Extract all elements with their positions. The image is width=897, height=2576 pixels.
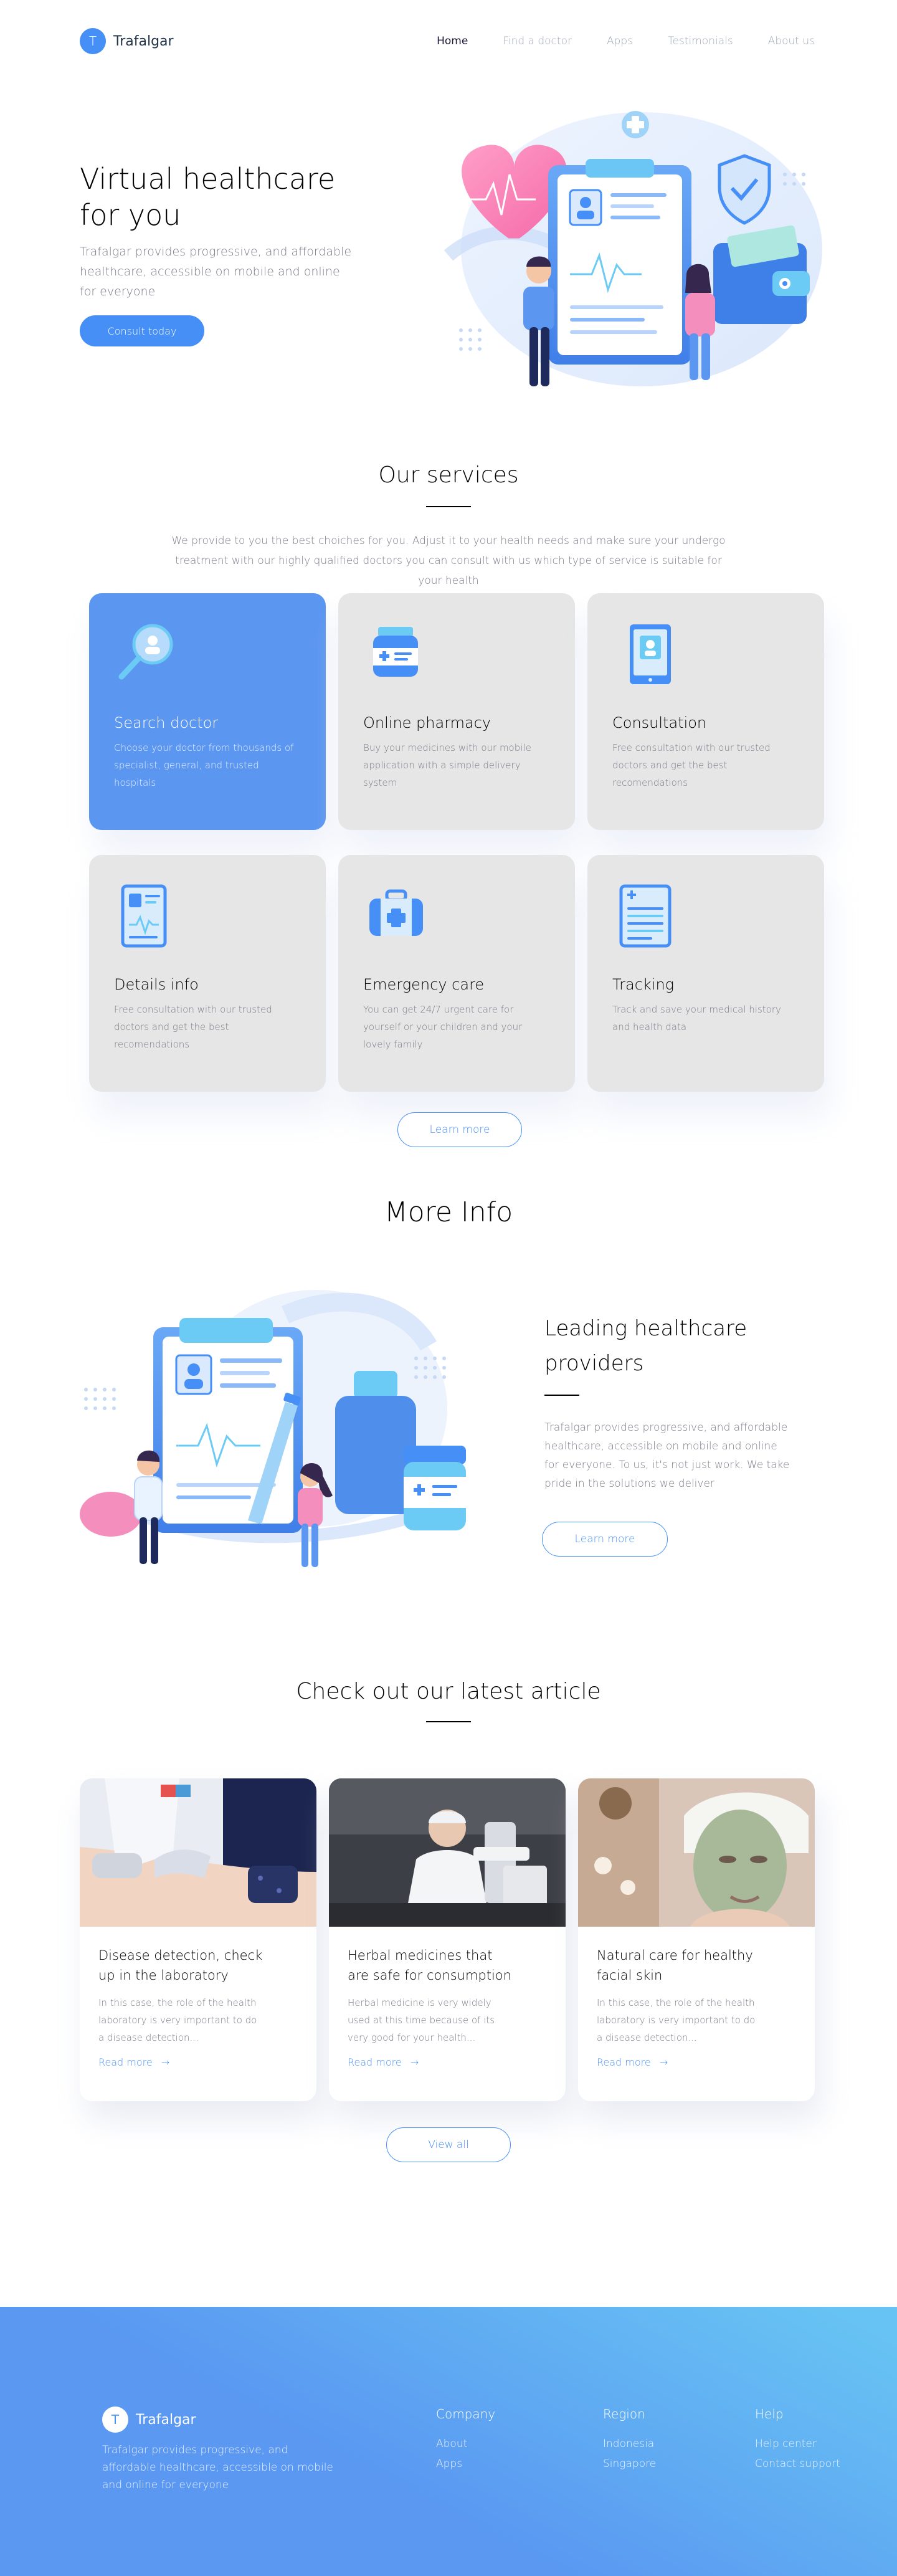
footer-column-region: Region Indonesia Singapore: [603, 2407, 656, 2474]
hero-description: Trafalgar provides progressive, and affo…: [80, 245, 352, 298]
article-image-facial-skin: [578, 1778, 815, 1927]
tracking-clipboard-icon: [619, 884, 672, 948]
services-title-divider: [426, 506, 471, 507]
learn-more-providers-button[interactable]: Learn more: [542, 1522, 668, 1557]
footer-description: Trafalgar provides progressive, and affo…: [102, 2444, 333, 2491]
nav-about-us[interactable]: About us: [768, 35, 815, 47]
footer-column-help: Help Help center Contact support: [755, 2407, 840, 2474]
service-card-tracking[interactable]: Tracking Track and save your medical his…: [587, 855, 824, 1092]
pharmacy-bottle-icon: [373, 627, 418, 677]
logo-icon: T: [80, 28, 106, 54]
service-card-text: Buy your medicines with our mobile appli…: [363, 742, 531, 788]
footer-column-title: Help: [755, 2407, 784, 2421]
article-card[interactable]: Natural care for healthy facial skin In …: [578, 1778, 815, 2101]
service-card-title: Tracking: [612, 976, 675, 993]
article-card[interactable]: Herbal medicines that are safe for consu…: [329, 1778, 566, 2101]
footer-link-contact-support[interactable]: Contact support: [755, 2454, 840, 2474]
service-card-text: Choose your doctor from thousands of spe…: [114, 742, 294, 788]
search-doctor-icon: [118, 624, 173, 680]
article-excerpt: In this case, the role of the health lab…: [597, 1997, 756, 2043]
footer-column-title: Region: [603, 2407, 645, 2421]
nav-testimonials[interactable]: Testimonials: [668, 35, 733, 47]
hero-title: Virtual healthcare for you: [80, 162, 336, 232]
article-title[interactable]: Disease detection, check up in the labor…: [98, 1945, 267, 1985]
services-grid: Search doctor Choose your doctor from th…: [89, 593, 824, 1092]
article-image-lab-checkup: [80, 1778, 316, 1927]
footer-link-apps[interactable]: Apps: [436, 2454, 495, 2474]
read-more-label: Read more: [597, 2056, 651, 2068]
nav-find-a-doctor[interactable]: Find a doctor: [503, 35, 572, 47]
article-excerpt: Herbal medicine is very widely used at t…: [348, 1997, 495, 2043]
service-card-text: Track and save your medical history and …: [612, 1004, 781, 1033]
arrow-right-icon: →: [659, 2056, 668, 2068]
article-image-herbal-medicine: [329, 1778, 566, 1927]
nav-apps[interactable]: Apps: [607, 35, 633, 47]
service-card-text: Free consultation with our trusted docto…: [114, 1004, 272, 1050]
read-more-label: Read more: [348, 2056, 402, 2068]
footer-link-singapore[interactable]: Singapore: [603, 2454, 656, 2474]
view-all-articles-button[interactable]: View all: [386, 2127, 511, 2162]
nav-home[interactable]: Home: [437, 35, 468, 47]
top-navbar: T Trafalgar Home Find a doctor Apps Test…: [80, 27, 815, 55]
service-card-search-doctor[interactable]: Search doctor Choose your doctor from th…: [89, 593, 326, 830]
nav-menu: Home Find a doctor Apps Testimonials Abo…: [437, 35, 815, 47]
article-card[interactable]: Disease detection, check up in the labor…: [80, 1778, 316, 2101]
consult-today-button[interactable]: Consult today: [80, 315, 204, 346]
more-info-title: More Info: [384, 1196, 513, 1228]
arrow-right-icon: →: [410, 2056, 419, 2068]
service-card-details-info[interactable]: Details info Free consultation with our …: [89, 855, 326, 1092]
footer-link-about[interactable]: About: [436, 2434, 495, 2454]
providers-description: Trafalgar provides progressive, and affo…: [544, 1421, 790, 1490]
read-more-label: Read more: [98, 2056, 153, 2068]
service-card-title: Consultation: [612, 714, 707, 732]
service-card-text: Free consultation with our trusted docto…: [612, 742, 771, 788]
footer-brand[interactable]: T Trafalgar: [102, 2407, 196, 2433]
footer-brand-name: Trafalgar: [136, 2411, 196, 2428]
service-card-title: Search doctor: [114, 714, 219, 732]
footer: T Trafalgar Trafalgar provides progressi…: [0, 2307, 897, 2576]
articles-title-divider: [426, 1721, 471, 1722]
article-title[interactable]: Natural care for healthy facial skin: [597, 1945, 765, 1985]
service-card-title: Emergency care: [363, 976, 485, 993]
read-more-link[interactable]: Read more →: [98, 2056, 298, 2068]
article-excerpt: In this case, the role of the health lab…: [98, 1997, 257, 2043]
providers-heading: Leading healthcare providers: [544, 1316, 748, 1376]
read-more-link[interactable]: Read more →: [348, 2056, 547, 2068]
arrow-right-icon: →: [161, 2056, 170, 2068]
consultation-tablet-icon: [630, 624, 671, 684]
hero-illustration: [444, 111, 822, 386]
articles-list: Disease detection, check up in the labor…: [80, 1778, 815, 2101]
read-more-link[interactable]: Read more →: [597, 2056, 796, 2068]
footer-link-help-center[interactable]: Help center: [755, 2434, 840, 2454]
service-card-text: You can get 24/7 urgent care for yoursel…: [363, 1004, 523, 1050]
services-description: We provide to you the best choiches for …: [171, 535, 726, 587]
service-card-online-pharmacy[interactable]: Online pharmacy Buy your medicines with …: [338, 593, 575, 830]
article-title[interactable]: Herbal medicines that are safe for consu…: [348, 1945, 516, 1985]
healthcare-providers-illustration: [80, 1290, 466, 1567]
service-card-emergency-care[interactable]: Emergency care You can get 24/7 urgent c…: [338, 855, 575, 1092]
footer-column-company: Company About Apps: [436, 2407, 495, 2474]
footer-column-title: Company: [436, 2407, 496, 2421]
details-report-icon: [121, 884, 167, 948]
footer-logo-icon: T: [102, 2407, 128, 2433]
providers-heading-divider: [544, 1395, 579, 1396]
service-card-consultation[interactable]: Consultation Free consultation with our …: [587, 593, 824, 830]
learn-more-services-button[interactable]: Learn more: [397, 1112, 522, 1147]
articles-title: Check out our latest article: [296, 1679, 601, 1704]
brand-name: Trafalgar: [113, 33, 174, 49]
services-title: Our services: [378, 462, 519, 488]
brand[interactable]: T Trafalgar: [80, 28, 174, 54]
service-card-title: Details info: [114, 976, 199, 993]
service-card-title: Online pharmacy: [363, 714, 491, 732]
emergency-kit-icon: [369, 889, 423, 936]
footer-link-indonesia[interactable]: Indonesia: [603, 2434, 656, 2454]
